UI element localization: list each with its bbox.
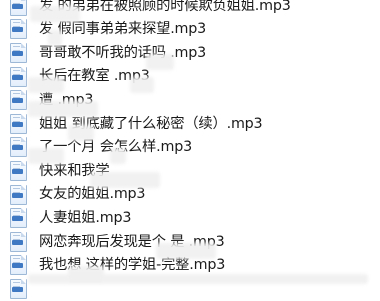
blur-patch: [28, 148, 64, 164]
blur-patch: [90, 172, 160, 188]
file-name: 发 假同事弟弟来探望.mp3: [39, 21, 207, 38]
blur-patch: [28, 77, 64, 93]
audio-file-icon: [10, 90, 27, 111]
audio-file-icon: [10, 66, 27, 87]
file-item[interactable]: 人妻姐姐.mp3: [0, 206, 380, 230]
blur-patch: [48, 30, 62, 46]
audio-file-icon: [10, 160, 27, 181]
audio-file-icon: [10, 137, 27, 158]
blur-patch: [156, 243, 216, 259]
blur-patch: [146, 54, 174, 70]
audio-file-icon: [10, 0, 27, 16]
blur-patch: [28, 101, 98, 117]
audio-file-icon: [10, 208, 27, 229]
file-name: 我也想 这样的学姐-完整.mp3: [39, 257, 226, 274]
blur-patch: [28, 274, 368, 284]
blur-patch: [68, 125, 94, 141]
audio-file-icon: [10, 19, 27, 40]
file-name: 女友的姐姐.mp3: [39, 186, 146, 203]
blur-patch: [130, 77, 154, 93]
file-item[interactable]: 女友的姐姐.mp3: [0, 183, 380, 207]
audio-file-icon: [10, 184, 27, 205]
blur-patch: [30, 6, 80, 22]
audio-file-icon: [10, 255, 27, 276]
audio-file-icon: [10, 231, 27, 252]
file-name: 哥哥敢不听我的话吗 .mp3: [39, 44, 207, 61]
audio-file-icon: [10, 113, 27, 134]
blur-patch: [110, 148, 126, 164]
audio-file-icon: [10, 42, 27, 63]
file-name: 人妻姐姐.mp3: [39, 209, 132, 226]
